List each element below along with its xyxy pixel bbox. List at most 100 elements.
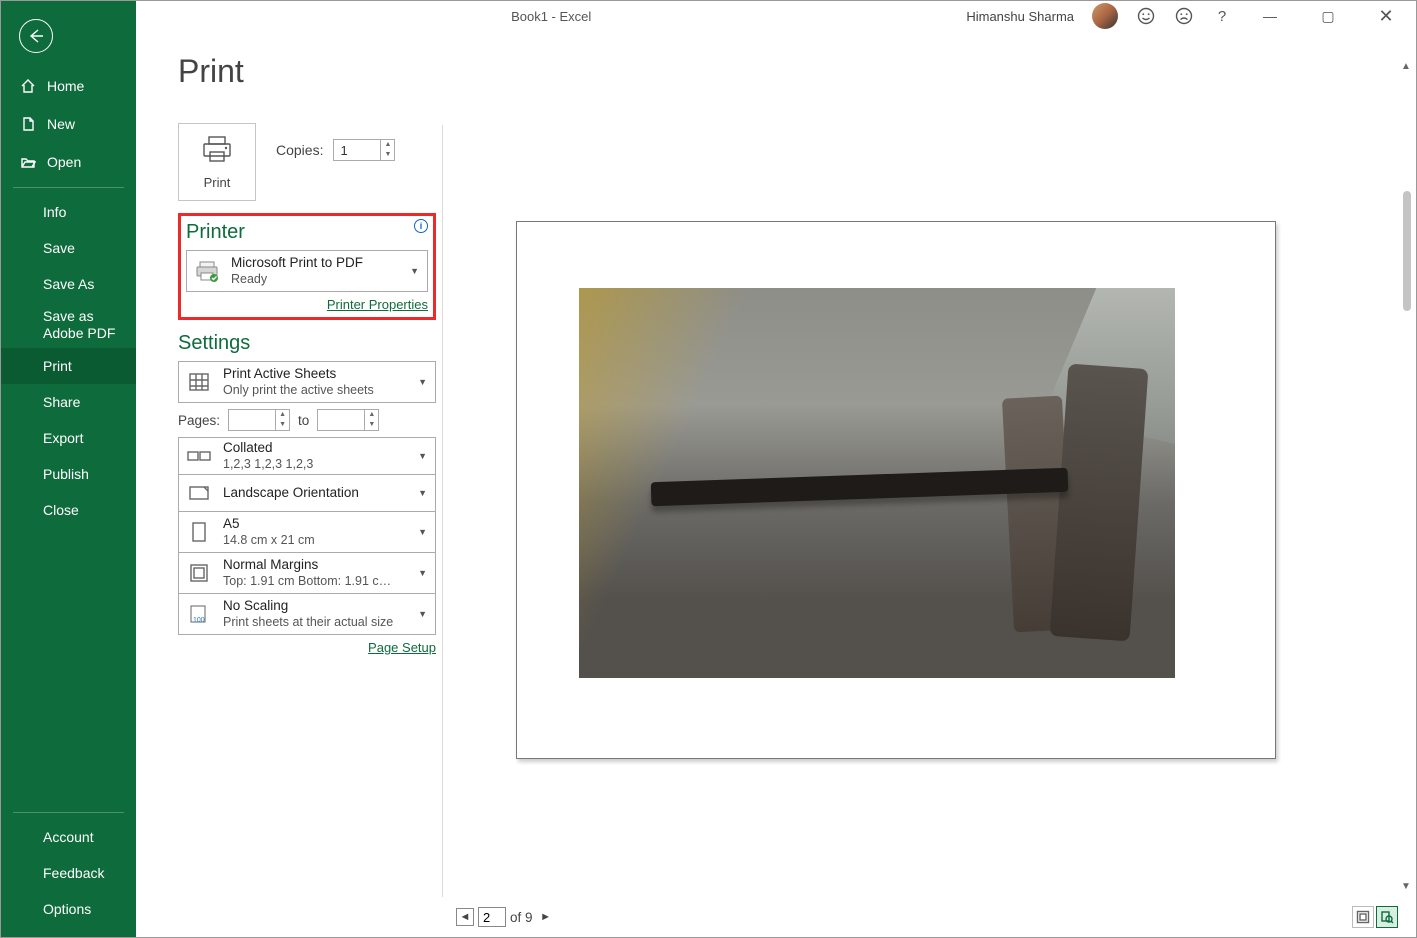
sidebar-label: Feedback <box>43 865 104 881</box>
spinner-up-icon[interactable]: ▲ <box>365 410 378 420</box>
collation-title: Collated <box>223 440 408 457</box>
chevron-down-icon: ▼ <box>418 609 429 619</box>
printer-section-title: Printer <box>186 221 428 244</box>
paper-icon <box>185 518 213 546</box>
print-what-selector[interactable]: Print Active Sheets Only print the activ… <box>178 361 436 403</box>
sidebar-item-publish[interactable]: Publish <box>1 456 136 492</box>
collate-icon <box>185 442 213 470</box>
paper-title: A5 <box>223 516 408 533</box>
pages-from-spinner[interactable]: ▲▼ <box>228 409 290 431</box>
minimize-button[interactable]: — <box>1250 2 1290 30</box>
sidebar-item-close[interactable]: Close <box>1 492 136 528</box>
orientation-selector[interactable]: Landscape Orientation ▼ <box>178 474 436 512</box>
copies-value: 1 <box>334 143 380 158</box>
margins-sub: Top: 1.91 cm Bottom: 1.91 c… <box>223 574 408 590</box>
preview-content-image <box>579 288 1175 678</box>
printer-section-highlight: Printer i Microsoft Print to PDF Ready ▼… <box>178 213 436 320</box>
show-margins-button[interactable] <box>1352 906 1374 928</box>
sidebar-label: Save <box>43 240 75 256</box>
sidebar-separator <box>13 187 124 188</box>
smile-icon[interactable] <box>1136 6 1156 26</box>
window-title: Book1 - Excel <box>136 9 966 24</box>
sidebar-label: Open <box>47 154 81 170</box>
vertical-divider <box>442 125 443 897</box>
help-icon[interactable]: ? <box>1212 6 1232 26</box>
chevron-down-icon: ▼ <box>410 266 421 276</box>
sidebar-item-info[interactable]: Info <box>1 194 136 230</box>
sidebar-item-share[interactable]: Share <box>1 384 136 420</box>
chevron-down-icon: ▼ <box>418 488 429 498</box>
sidebar-label: New <box>47 116 75 132</box>
print-what-sub: Only print the active sheets <box>223 383 408 399</box>
orientation-title: Landscape Orientation <box>223 485 359 502</box>
svg-text:100: 100 <box>193 617 205 624</box>
pages-to-spinner[interactable]: ▲▼ <box>317 409 379 431</box>
scroll-down-icon[interactable]: ▼ <box>1398 881 1414 897</box>
sidebar-item-new[interactable]: New <box>1 105 136 143</box>
spinner-up-icon[interactable]: ▲ <box>276 410 289 420</box>
sidebar-label: Export <box>43 430 83 446</box>
sidebar-item-save-adobe-pdf[interactable]: Save as Adobe PDF <box>1 302 136 348</box>
preview-page <box>516 221 1276 759</box>
sidebar-item-account[interactable]: Account <box>1 819 136 855</box>
sidebar-label: Share <box>43 394 80 410</box>
page-of-label: of 9 <box>510 910 533 925</box>
user-avatar[interactable] <box>1092 3 1118 29</box>
spinner-down-icon[interactable]: ▼ <box>276 420 289 430</box>
printer-device-icon <box>193 257 221 285</box>
paper-size-selector[interactable]: A5 14.8 cm x 21 cm ▼ <box>178 511 436 553</box>
print-button[interactable]: Print <box>178 123 256 201</box>
frown-icon[interactable] <box>1174 6 1194 26</box>
scroll-thumb[interactable] <box>1403 191 1411 311</box>
sidebar-item-home[interactable]: Home <box>1 67 136 105</box>
printer-status: Ready <box>231 272 400 288</box>
spinner-up-icon[interactable]: ▲ <box>381 140 394 150</box>
backstage-sidebar: Home New Open Info Save Save As Save as … <box>1 1 136 937</box>
user-name[interactable]: Himanshu Sharma <box>966 9 1074 24</box>
sidebar-label: Account <box>43 829 94 845</box>
spinner-down-icon[interactable]: ▼ <box>381 150 394 160</box>
sidebar-label: Save As <box>43 276 94 292</box>
sidebar-label: Save as Adobe PDF <box>43 308 136 342</box>
next-page-button[interactable]: ► <box>537 908 555 926</box>
title-bar: Book1 - Excel Himanshu Sharma ? — ▢ ✕ <box>1 1 1416 31</box>
preview-scrollbar[interactable]: ▲ ▼ <box>1398 61 1414 897</box>
paper-sub: 14.8 cm x 21 cm <box>223 533 408 549</box>
copies-spinner[interactable]: 1 ▲▼ <box>333 139 395 161</box>
zoom-to-page-button[interactable] <box>1376 906 1398 928</box>
print-settings-panel: Print Copies: 1 ▲▼ Printer i Microsoft P… <box>178 123 436 937</box>
sidebar-separator <box>13 812 124 813</box>
margins-selector[interactable]: Normal Margins Top: 1.91 cm Bottom: 1.91… <box>178 552 436 594</box>
chevron-down-icon: ▼ <box>418 568 429 578</box>
collation-selector[interactable]: Collated 1,2,3 1,2,3 1,2,3 ▼ <box>178 437 436 475</box>
page-setup-link[interactable]: Page Setup <box>368 640 436 655</box>
sidebar-item-feedback[interactable]: Feedback <box>1 855 136 891</box>
scaling-selector[interactable]: 100 No Scaling Print sheets at their act… <box>178 593 436 635</box>
close-button[interactable]: ✕ <box>1366 2 1406 30</box>
settings-section-title: Settings <box>178 332 436 355</box>
spinner-down-icon[interactable]: ▼ <box>365 420 378 430</box>
scaling-title: No Scaling <box>223 598 408 615</box>
chevron-down-icon: ▼ <box>418 377 429 387</box>
print-what-title: Print Active Sheets <box>223 366 408 383</box>
sidebar-label: Options <box>43 901 91 917</box>
maximize-button[interactable]: ▢ <box>1308 2 1348 30</box>
chevron-down-icon: ▼ <box>418 527 429 537</box>
printer-properties-link[interactable]: Printer Properties <box>327 297 428 312</box>
prev-page-button[interactable]: ◄ <box>456 908 474 926</box>
printer-selector[interactable]: Microsoft Print to PDF Ready ▼ <box>186 250 428 292</box>
sidebar-item-options[interactable]: Options <box>1 891 136 927</box>
sidebar-item-print[interactable]: Print <box>1 348 136 384</box>
current-page-input[interactable] <box>478 907 506 927</box>
sidebar-item-save-as[interactable]: Save As <box>1 266 136 302</box>
pages-label: Pages: <box>178 413 220 428</box>
sidebar-item-save[interactable]: Save <box>1 230 136 266</box>
sidebar-item-export[interactable]: Export <box>1 420 136 456</box>
sidebar-item-open[interactable]: Open <box>1 143 136 181</box>
sidebar-label: Publish <box>43 466 89 482</box>
margins-icon <box>185 559 213 587</box>
back-button[interactable] <box>19 19 53 53</box>
printer-info-icon[interactable]: i <box>414 219 428 233</box>
scroll-up-icon[interactable]: ▲ <box>1398 61 1414 77</box>
main-area: Print Print Copies: 1 ▲▼ Printer i <box>136 31 1416 937</box>
